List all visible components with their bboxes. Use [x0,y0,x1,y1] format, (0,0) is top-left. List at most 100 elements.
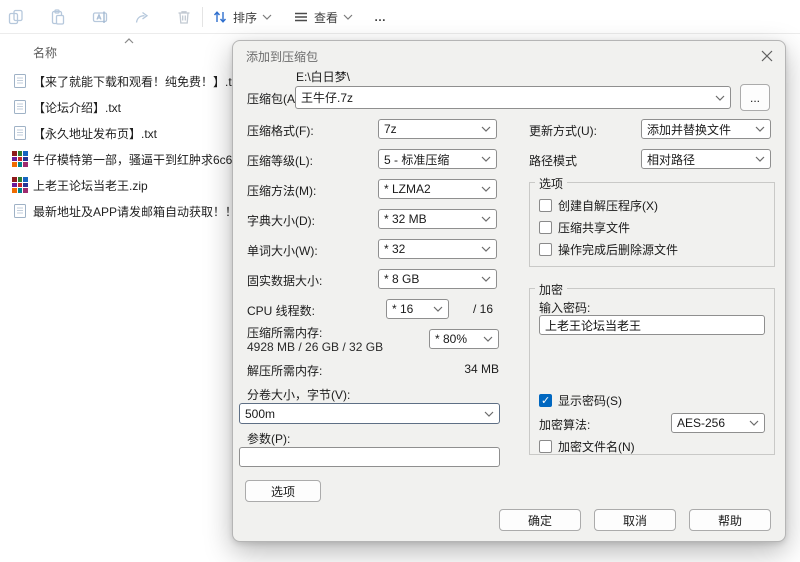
file-name: 【来了就能下载和观看！纯免费！】.txt [33,74,232,89]
checkbox-icon [539,199,552,212]
view-lines-icon [295,12,307,22]
checkbox-checked-icon [539,394,552,407]
chevron-down-icon [755,156,765,162]
path-mode-select[interactable]: 相对路径 [641,149,771,169]
options-button-label: 选项 [270,484,295,499]
volume-size-combobox[interactable]: 500m [239,403,500,424]
ok-button[interactable]: 确定 [499,509,581,531]
browse-label: ... [749,90,760,105]
list-item[interactable]: 【论坛介绍】.txt [0,94,232,120]
dictionary-label: 字典大小(D): [247,214,315,228]
text-file-icon [14,204,26,218]
rar-archive-icon [12,151,28,167]
browse-button[interactable]: ... [740,84,770,111]
share-icon[interactable] [134,9,150,25]
compress-shared-label: 压缩共享文件 [558,221,631,235]
solid-block-label: 固实数据大小: [247,274,323,288]
chevron-down-icon [481,156,491,162]
archive-dir-path: E:\白日梦\ [296,70,351,84]
text-file-icon [14,100,26,114]
memory-decompress-value: 34 MB [464,362,499,376]
view-label: 查看 [314,10,339,25]
zip-archive-icon [12,177,28,193]
word-size-select[interactable]: * 32 [378,239,497,259]
chevron-down-icon [715,95,725,101]
chevron-down-icon [481,186,491,192]
checkbox-icon [539,440,552,453]
copy-icon[interactable] [8,9,24,25]
solid-block-value: * 8 GB [384,272,420,286]
text-file-icon [14,126,26,140]
solid-block-select[interactable]: * 8 GB [378,269,497,289]
list-item[interactable]: 上老王论坛当老王.zip [0,172,232,198]
dialog-title: 添加到压缩包 [246,50,319,64]
ok-button-label: 确定 [527,513,552,528]
chevron-down-icon [481,246,491,252]
column-header-name[interactable]: 名称 [33,44,57,61]
memory-compress-value: * 80% [435,332,468,346]
parameters-input[interactable] [239,447,500,467]
format-select[interactable]: 7z [378,119,497,139]
chevron-down-icon [433,306,443,312]
cpu-threads-select[interactable]: * 16 [386,299,449,319]
sort-ascending-caret-icon[interactable] [124,38,134,44]
cancel-button[interactable]: 取消 [594,509,676,531]
encryption-method-select[interactable]: AES-256 [671,413,765,433]
help-button[interactable]: 帮助 [689,509,771,531]
memory-compress-detail: 4928 MB / 26 GB / 32 GB [247,340,384,354]
file-name: 上老王论坛当老王.zip [33,178,148,193]
encryption-group-title: 加密 [535,281,568,298]
chevron-down-icon [481,276,491,282]
dictionary-value: * 32 MB [384,212,427,226]
list-item[interactable]: 【永久地址发布页】.txt [0,120,232,146]
file-name: 【永久地址发布页】.txt [33,126,158,141]
word-size-label: 单词大小(W): [247,244,318,258]
more-options-button[interactable]: … [374,7,387,27]
password-input[interactable] [539,315,765,335]
parameters-label: 参数(P): [247,432,291,446]
paste-icon[interactable] [50,9,66,25]
chevron-down-icon [343,14,353,20]
update-mode-select[interactable]: 添加并替换文件 [641,119,771,139]
dictionary-select[interactable]: * 32 MB [378,209,497,229]
level-select[interactable]: 5 - 标准压缩 [378,149,497,169]
help-button-label: 帮助 [717,513,742,528]
delete-icon[interactable] [176,9,192,25]
method-select[interactable]: * LZMA2 [378,179,497,199]
show-password-label: 显示密码(S) [558,394,622,408]
method-label: 压缩方法(M): [247,184,317,198]
sort-menu-button[interactable]: 排序 [212,7,272,27]
update-mode-value: 添加并替换文件 [647,122,732,137]
method-value: * LZMA2 [384,182,431,196]
list-item[interactable]: 牛仔模特第一部，骚逼干到红肿求6c643... [0,146,232,172]
file-name: 牛仔模特第一部，骚逼干到红肿求6c643... [33,152,232,167]
close-icon[interactable] [761,50,773,62]
toolbar-divider [202,7,203,27]
compress-shared-checkbox[interactable]: 压缩共享文件 [539,219,630,236]
create-sfx-label: 创建自解压程序(X) [558,199,658,213]
file-name: 【论坛介绍】.txt [33,100,122,115]
archive-filename: 王牛仔.7z [301,91,354,105]
word-size-value: * 32 [384,242,406,256]
format-label: 压缩格式(F): [247,124,314,138]
rename-icon[interactable] [92,9,108,25]
chevron-down-icon [755,126,765,132]
memory-compress-select[interactable]: * 80% [429,329,499,349]
delete-after-checkbox[interactable]: 操作完成后删除源文件 [539,241,678,258]
sort-arrows-icon [213,11,227,23]
encryption-method-value: AES-256 [677,416,726,430]
checkbox-icon [539,221,552,234]
password-label: 输入密码: [539,301,591,315]
list-item[interactable]: 最新地址及APP请发邮箱自动获取！！！.... [0,198,232,224]
cancel-button-label: 取消 [622,513,647,528]
memory-decompress-label: 解压所需内存: [247,364,323,378]
encrypt-filenames-checkbox[interactable]: 加密文件名(N) [539,438,635,455]
create-sfx-checkbox[interactable]: 创建自解压程序(X) [539,197,658,214]
show-password-checkbox[interactable]: 显示密码(S) [539,392,622,409]
file-name: 最新地址及APP请发邮箱自动获取！！！.... [33,204,232,219]
view-menu-button[interactable]: 查看 [293,7,353,27]
options-button[interactable]: 选项 [245,480,321,502]
list-item[interactable]: 【来了就能下载和观看！纯免费！】.txt [0,68,232,94]
archive-name-combobox[interactable]: 王牛仔.7z [295,86,731,109]
more-options-label: … [374,10,387,24]
